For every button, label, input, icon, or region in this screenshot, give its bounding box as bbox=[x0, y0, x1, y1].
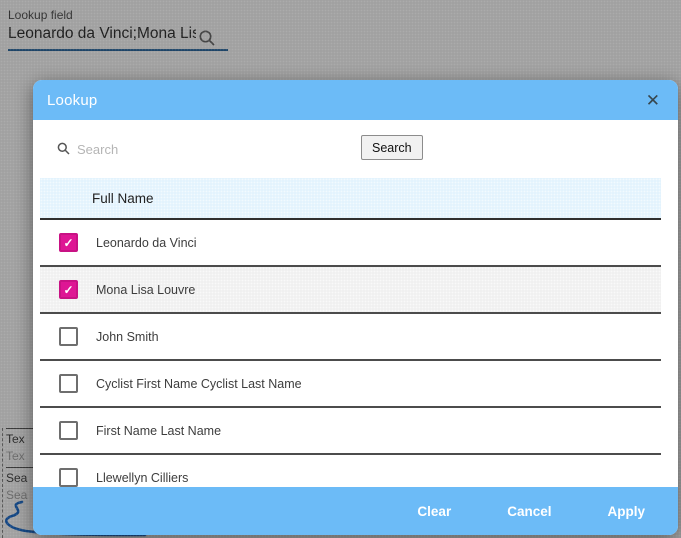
screen: Lookup field Leonardo da Vinci;Mona Lisa… bbox=[0, 0, 681, 538]
modal-header: Lookup ✕ bbox=[33, 80, 678, 120]
table-row[interactable]: First Name Last Name bbox=[40, 408, 661, 455]
search-input[interactable] bbox=[75, 134, 339, 164]
modal-title: Lookup bbox=[47, 91, 98, 109]
row-checkbox[interactable] bbox=[59, 468, 78, 487]
row-name-label: Mona Lisa Louvre bbox=[96, 282, 196, 297]
row-name-label: Cyclist First Name Cyclist Last Name bbox=[96, 376, 302, 391]
close-icon[interactable]: ✕ bbox=[642, 90, 664, 111]
row-name-label: Leonardo da Vinci bbox=[96, 235, 197, 250]
search-icon bbox=[57, 142, 70, 155]
check-icon: ✓ bbox=[63, 282, 74, 297]
modal-search-section: Search bbox=[33, 120, 678, 178]
table-row[interactable]: Cyclist First Name Cyclist Last Name bbox=[40, 361, 661, 408]
row-checkbox[interactable] bbox=[59, 327, 78, 346]
table-row[interactable]: John Smith bbox=[40, 314, 661, 361]
cancel-button[interactable]: Cancel bbox=[507, 504, 551, 519]
lookup-modal: Lookup ✕ Search Full Name ✓ Leonardo da … bbox=[33, 80, 678, 535]
row-checkbox[interactable] bbox=[59, 374, 78, 393]
lookup-table: Full Name ✓ Leonardo da Vinci ✓ Mona Lis… bbox=[40, 178, 661, 535]
row-name-label: First Name Last Name bbox=[96, 423, 222, 438]
modal-footer: Clear Cancel Apply bbox=[33, 487, 678, 535]
search-button[interactable]: Search bbox=[361, 135, 423, 160]
apply-button[interactable]: Apply bbox=[607, 504, 645, 519]
row-checkbox[interactable] bbox=[59, 421, 78, 440]
row-name-label: Llewellyn Cilliers bbox=[96, 470, 189, 485]
row-checkbox[interactable]: ✓ bbox=[59, 233, 78, 252]
table-row[interactable]: ✓ Mona Lisa Louvre bbox=[40, 267, 661, 314]
table-row[interactable]: ✓ Leonardo da Vinci bbox=[40, 220, 661, 267]
check-icon: ✓ bbox=[63, 235, 74, 250]
clear-button[interactable]: Clear bbox=[417, 504, 451, 519]
row-name-label: John Smith bbox=[96, 329, 159, 344]
column-header-full-name: Full Name bbox=[40, 178, 661, 220]
row-checkbox[interactable]: ✓ bbox=[59, 280, 78, 299]
